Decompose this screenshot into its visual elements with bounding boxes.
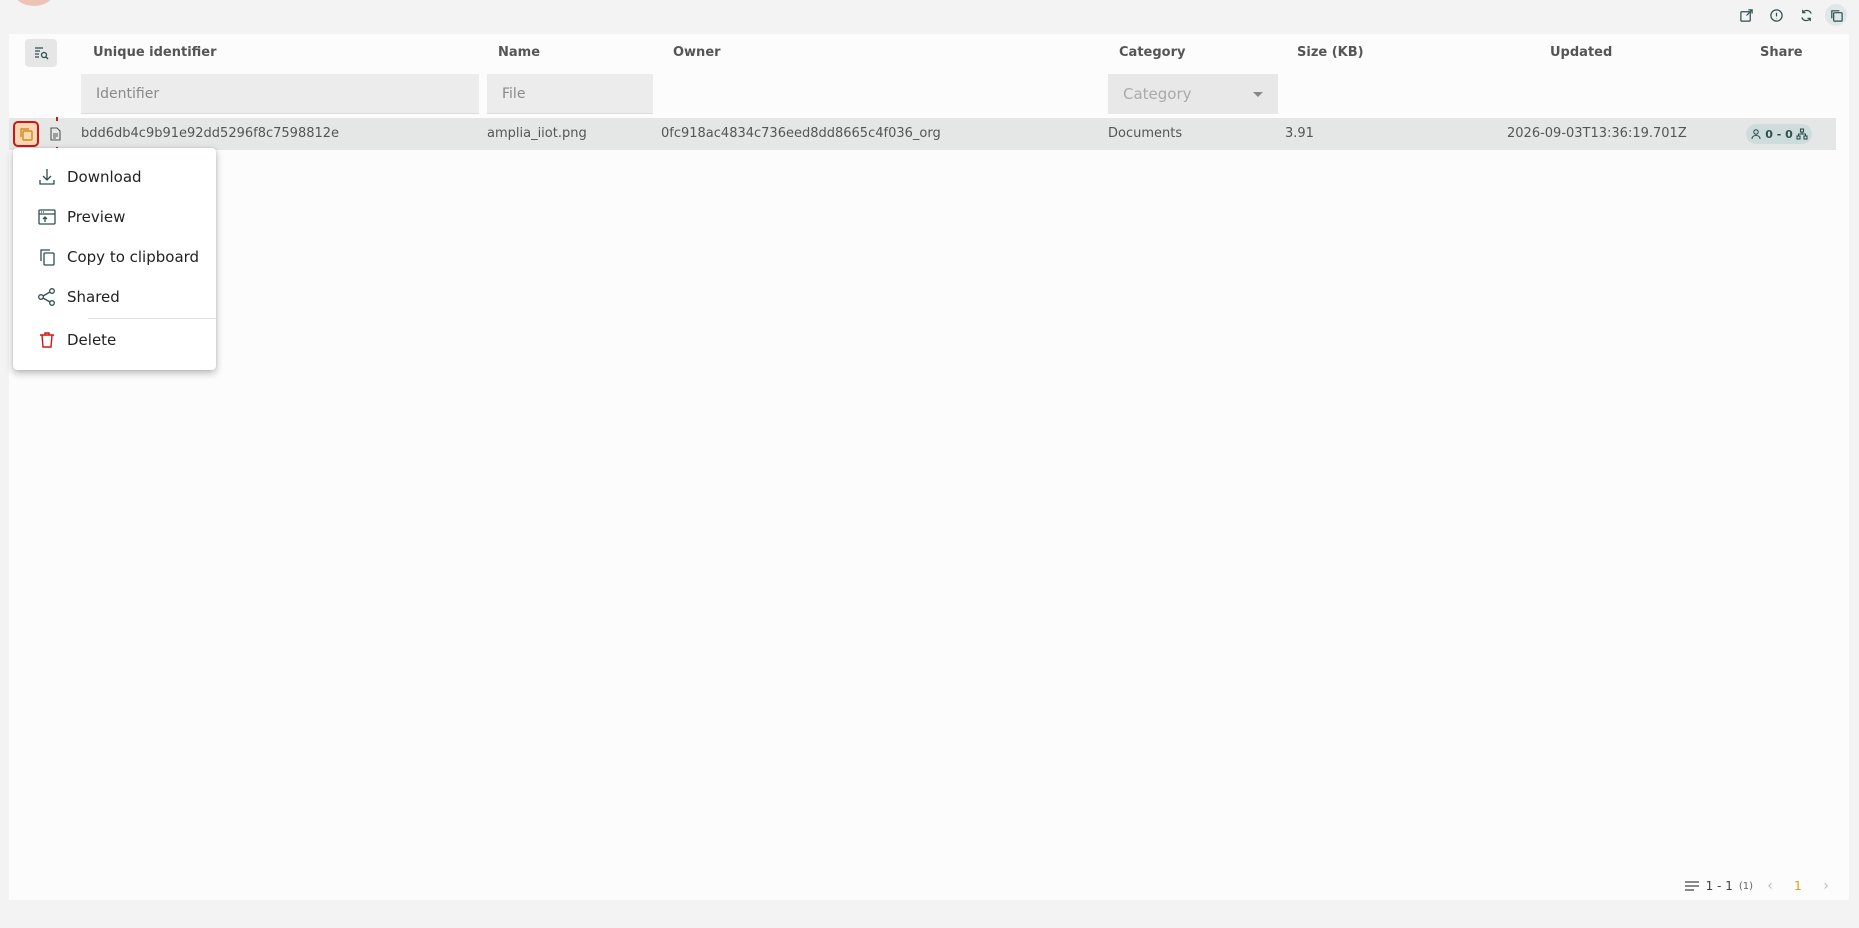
page-range: 1 - 1 <box>1705 879 1733 893</box>
export-icon <box>1739 8 1753 22</box>
preview-icon <box>37 207 57 227</box>
menu-item-label: Preview <box>67 208 126 226</box>
refresh-button[interactable] <box>1795 4 1817 26</box>
header-identifier[interactable]: Unique identifier <box>93 45 217 60</box>
menu-item-label: Copy to clipboard <box>67 248 200 266</box>
header-category[interactable]: Category <box>1119 45 1185 60</box>
header-name[interactable]: Name <box>498 45 540 60</box>
copy-icon <box>37 247 57 267</box>
filter-row: Category <box>9 74 1849 114</box>
refresh-icon <box>1800 9 1812 21</box>
cell-updated: 2026-09-03T13:36:19.701Z <box>1507 126 1687 141</box>
menu-item-label: Shared <box>67 288 120 306</box>
download-icon <box>37 167 57 187</box>
cell-owner: 0fc918ac4834c736eed8dd8665c4f036_org <box>661 126 941 141</box>
share-icon <box>37 287 57 307</box>
info-button[interactable] <box>1765 4 1787 26</box>
search-list-icon <box>35 47 49 60</box>
prev-page-button[interactable]: ‹ <box>1759 878 1781 894</box>
info-icon <box>1769 8 1783 22</box>
current-page[interactable]: 1 <box>1787 879 1809 893</box>
share-badge[interactable]: 0 - 0 <box>1746 124 1812 144</box>
app-logo <box>14 0 54 6</box>
file-filter-input[interactable] <box>487 74 653 114</box>
cell-name: amplia_iiot.png <box>487 126 587 141</box>
list-lines-icon <box>1684 881 1699 891</box>
document-icon <box>49 127 61 141</box>
category-filter-placeholder: Category <box>1123 85 1192 103</box>
export-button[interactable] <box>1735 4 1757 26</box>
pagination: 1 - 1 (1) ‹ 1 › <box>1684 875 1837 897</box>
menu-item-label: Delete <box>67 331 117 349</box>
cell-size: 3.91 <box>1285 126 1314 141</box>
cell-identifier: bdd6db4c9b91e92dd5296f8c7598812e <box>81 126 340 141</box>
top-toolbar <box>1735 4 1847 26</box>
menu-divider <box>88 318 216 319</box>
menu-item-label: Download <box>67 168 142 186</box>
identifier-filter-input[interactable] <box>81 74 479 114</box>
table-row[interactable]: bdd6db4c9b91e92dd5296f8c7598812e amplia_… <box>9 117 1836 151</box>
cell-category: Documents <box>1108 126 1183 141</box>
header-share[interactable]: Share <box>1760 45 1803 60</box>
row-context-menu: Download Preview Copy to clipboard Share… <box>13 148 216 370</box>
table-header: Unique identifier Name Owner Category Si… <box>9 34 1849 70</box>
page-total: (1) <box>1738 880 1753 892</box>
selection-marker-top <box>56 117 58 121</box>
row-actions-button[interactable] <box>13 121 39 147</box>
file-type-button[interactable] <box>47 125 63 143</box>
copy-layout-icon <box>1830 9 1843 22</box>
layout-button[interactable] <box>1825 4 1847 26</box>
menu-item-shared[interactable]: Shared <box>13 277 216 317</box>
trash-icon <box>37 330 57 350</box>
header-size[interactable]: Size (KB) <box>1297 45 1364 60</box>
menu-item-download[interactable]: Download <box>13 157 216 197</box>
menu-item-copy-clipboard[interactable]: Copy to clipboard <box>13 237 216 277</box>
next-page-button[interactable]: › <box>1815 878 1837 894</box>
copy-icon <box>20 128 33 141</box>
share-count: 0 - 0 <box>1765 127 1793 141</box>
category-filter-select[interactable]: Category <box>1108 74 1278 114</box>
filter-toggle-button[interactable] <box>25 39 57 67</box>
menu-item-preview[interactable]: Preview <box>13 197 216 237</box>
header-owner[interactable]: Owner <box>673 45 721 60</box>
network-icon <box>1796 128 1808 140</box>
menu-item-delete[interactable]: Delete <box>13 320 216 360</box>
header-updated[interactable]: Updated <box>1550 45 1612 60</box>
user-icon <box>1751 129 1761 140</box>
files-table-panel: Unique identifier Name Owner Category Si… <box>9 34 1849 900</box>
chevron-down-icon <box>1253 91 1263 97</box>
